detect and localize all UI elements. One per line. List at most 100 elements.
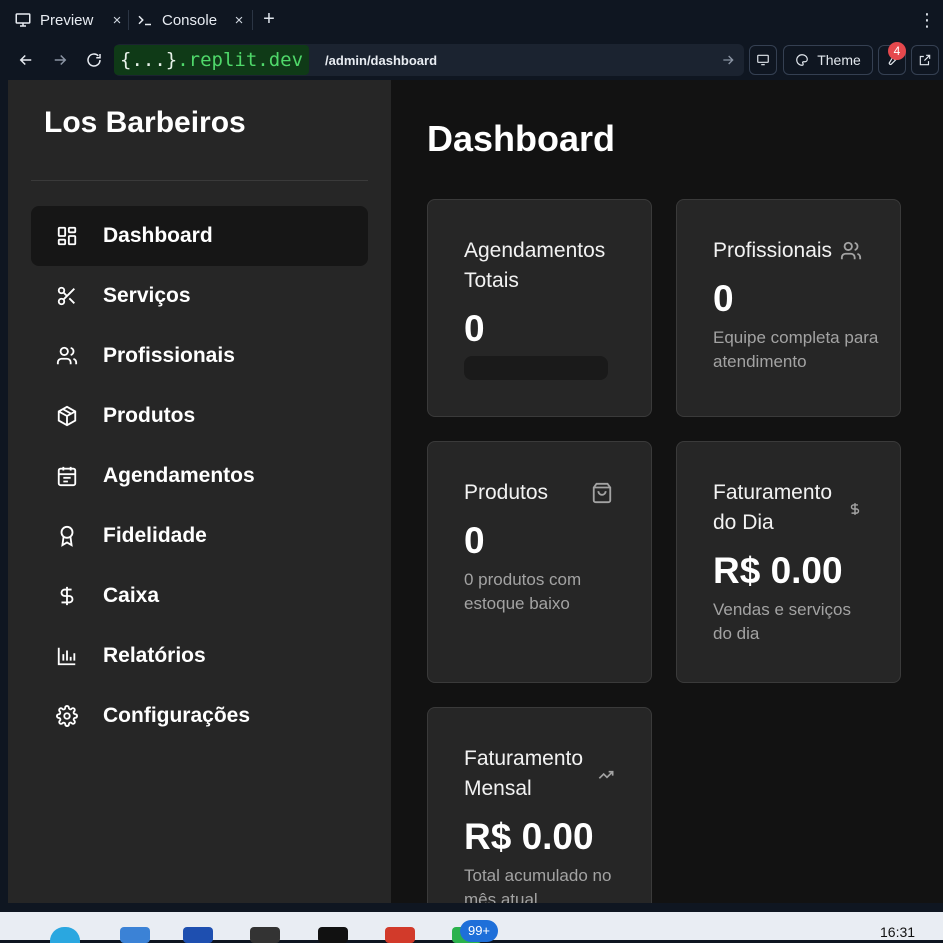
- card-value: R$ 0.00: [713, 550, 843, 591]
- close-tab-icon[interactable]: ×: [232, 12, 246, 29]
- card-subtitle: Equipe completa para atendimento: [713, 328, 879, 371]
- extensions-badge: 4: [888, 42, 906, 60]
- os-taskbar: 99+ 16:31: [0, 912, 943, 943]
- card-title: Produtos: [464, 481, 549, 504]
- sidebar-item-label: Agendamentos: [103, 464, 255, 487]
- users-icon: [840, 240, 862, 262]
- app-icon[interactable]: [120, 927, 150, 943]
- sidebar-item-label: Relatórios: [103, 644, 206, 667]
- card-subtitle: 0 produtos com estoque baixo: [464, 570, 582, 613]
- card-title: Agendamentos Totais: [464, 239, 606, 292]
- scissors-icon: [55, 284, 79, 308]
- url-path: /admin/dashboard: [325, 52, 438, 68]
- arrow-left-icon: [19, 54, 32, 66]
- forward-button[interactable]: [48, 48, 72, 72]
- terminal-icon: [136, 11, 154, 29]
- shopping-bag-icon: [591, 482, 613, 504]
- app-icon[interactable]: [318, 927, 348, 943]
- notification-badge: 99+: [460, 920, 498, 942]
- new-tab-button[interactable]: +: [259, 9, 279, 29]
- sidebar-item-produtos[interactable]: Produtos: [31, 386, 368, 446]
- sidebar-item-label: Caixa: [103, 584, 160, 607]
- tab-label: Preview: [40, 11, 94, 29]
- sidebar-item-label: Produtos: [103, 404, 196, 427]
- sidebar-item-configuracoes[interactable]: Configurações: [31, 686, 368, 746]
- bar-chart-icon: [55, 644, 79, 668]
- app-icon[interactable]: [250, 927, 280, 943]
- sidebar-item-label: Dashboard: [103, 224, 213, 247]
- card-subtitle: Vendas e serviços do dia: [713, 600, 851, 643]
- back-button[interactable]: [14, 48, 38, 72]
- arrow-right-icon: [54, 54, 67, 66]
- sidebar-item-dashboard[interactable]: Dashboard: [31, 206, 368, 266]
- app-icon[interactable]: [385, 927, 415, 943]
- app-viewport: Los Barbeiros Dashboard Serviços Profiss…: [8, 80, 943, 903]
- tab-console[interactable]: Console ×: [136, 0, 243, 40]
- page-title: Dashboard: [427, 118, 616, 159]
- trending-up-icon: [595, 764, 617, 786]
- sidebar-item-label: Profissionais: [103, 344, 235, 367]
- card-faturamento-dia: Faturamento do Dia R$ 0.00 Vendas e serv…: [676, 441, 901, 683]
- dollar-icon: [55, 584, 79, 608]
- close-tab-icon[interactable]: ×: [110, 12, 124, 29]
- main-content: Dashboard Agendamentos Totais 0 Profissi…: [391, 80, 943, 903]
- card-title: Faturamento Mensal: [464, 747, 584, 800]
- url-field[interactable]: {...} .replit.dev /admin/dashboard: [114, 44, 744, 76]
- address-bar-row: {...} .replit.dev /admin/dashboard Theme: [0, 40, 943, 80]
- brand-title: Los Barbeiros: [44, 106, 246, 139]
- tab-preview[interactable]: Preview ×: [14, 0, 121, 40]
- card-faturamento-mensal: Faturamento Mensal R$ 0.00 Total acumula…: [427, 707, 652, 903]
- sidebar-item-agendamentos[interactable]: Agendamentos: [31, 446, 368, 506]
- sidebar-item-label: Configurações: [103, 704, 251, 727]
- reload-button[interactable]: [82, 48, 106, 72]
- calendar-icon: [55, 464, 79, 488]
- browser-app-icon[interactable]: [50, 927, 80, 943]
- sidebar-item-caixa[interactable]: Caixa: [31, 566, 368, 626]
- dollar-icon: [844, 498, 866, 520]
- sidebar-item-profissionais[interactable]: Profissionais: [31, 326, 368, 386]
- tab-label: Console: [162, 11, 218, 29]
- card-subtitle: Total acumulado no mês atual: [464, 866, 612, 903]
- browser-tab-bar: Preview × Console × + ⋮: [0, 0, 943, 40]
- grid-icon: [55, 224, 79, 248]
- card-value: 0: [464, 308, 485, 349]
- card-title: Faturamento do Dia: [713, 481, 833, 534]
- system-clock[interactable]: 16:31: [880, 924, 915, 940]
- gear-icon: [55, 704, 79, 728]
- card-agendamentos: Agendamentos Totais 0: [427, 199, 652, 417]
- award-icon: [55, 524, 79, 548]
- users-icon: [55, 344, 79, 368]
- card-value: 0: [464, 520, 485, 561]
- external-link-icon: [919, 54, 931, 66]
- sidebar: Los Barbeiros Dashboard Serviços Profiss…: [8, 80, 391, 903]
- sidebar-item-relatorios[interactable]: Relatórios: [31, 626, 368, 686]
- device-preview-button[interactable]: [749, 45, 777, 75]
- sidebar-item-fidelidade[interactable]: Fidelidade: [31, 506, 368, 566]
- card-title: Profissionais: [713, 239, 833, 262]
- sidebar-item-label: Fidelidade: [103, 524, 207, 547]
- app-icon[interactable]: [183, 927, 213, 943]
- card-profissionais: Profissionais 0 Equipe completa para ate…: [676, 199, 901, 417]
- tab-divider: [128, 10, 129, 30]
- url-host-prefix: {...}: [120, 49, 178, 71]
- window-bottom-edge: [0, 903, 943, 912]
- package-icon: [55, 404, 79, 428]
- sidebar-item-servicos[interactable]: Serviços: [31, 266, 368, 326]
- tab-divider: [252, 10, 253, 30]
- monitor-icon: [14, 11, 32, 29]
- more-options-icon[interactable]: ⋮: [918, 10, 936, 30]
- url-host-domain: .replit.dev: [177, 49, 304, 71]
- palette-icon: [796, 54, 809, 66]
- url-host: {...} .replit.dev: [114, 45, 310, 75]
- theme-label: Theme: [817, 52, 861, 68]
- card-produtos: Produtos 0 0 produtos com estoque baixo: [427, 441, 652, 683]
- monitor-icon: [757, 54, 769, 66]
- sidebar-divider: [31, 180, 368, 181]
- go-arrow-icon[interactable]: [720, 52, 736, 68]
- sidebar-item-label: Serviços: [103, 284, 191, 307]
- sidebar-nav: Dashboard Serviços Profissionais Produto…: [31, 206, 368, 746]
- theme-button[interactable]: Theme: [783, 45, 873, 75]
- card-value: R$ 0.00: [464, 816, 594, 857]
- open-new-window-button[interactable]: [911, 45, 939, 75]
- card-value: 0: [713, 278, 734, 319]
